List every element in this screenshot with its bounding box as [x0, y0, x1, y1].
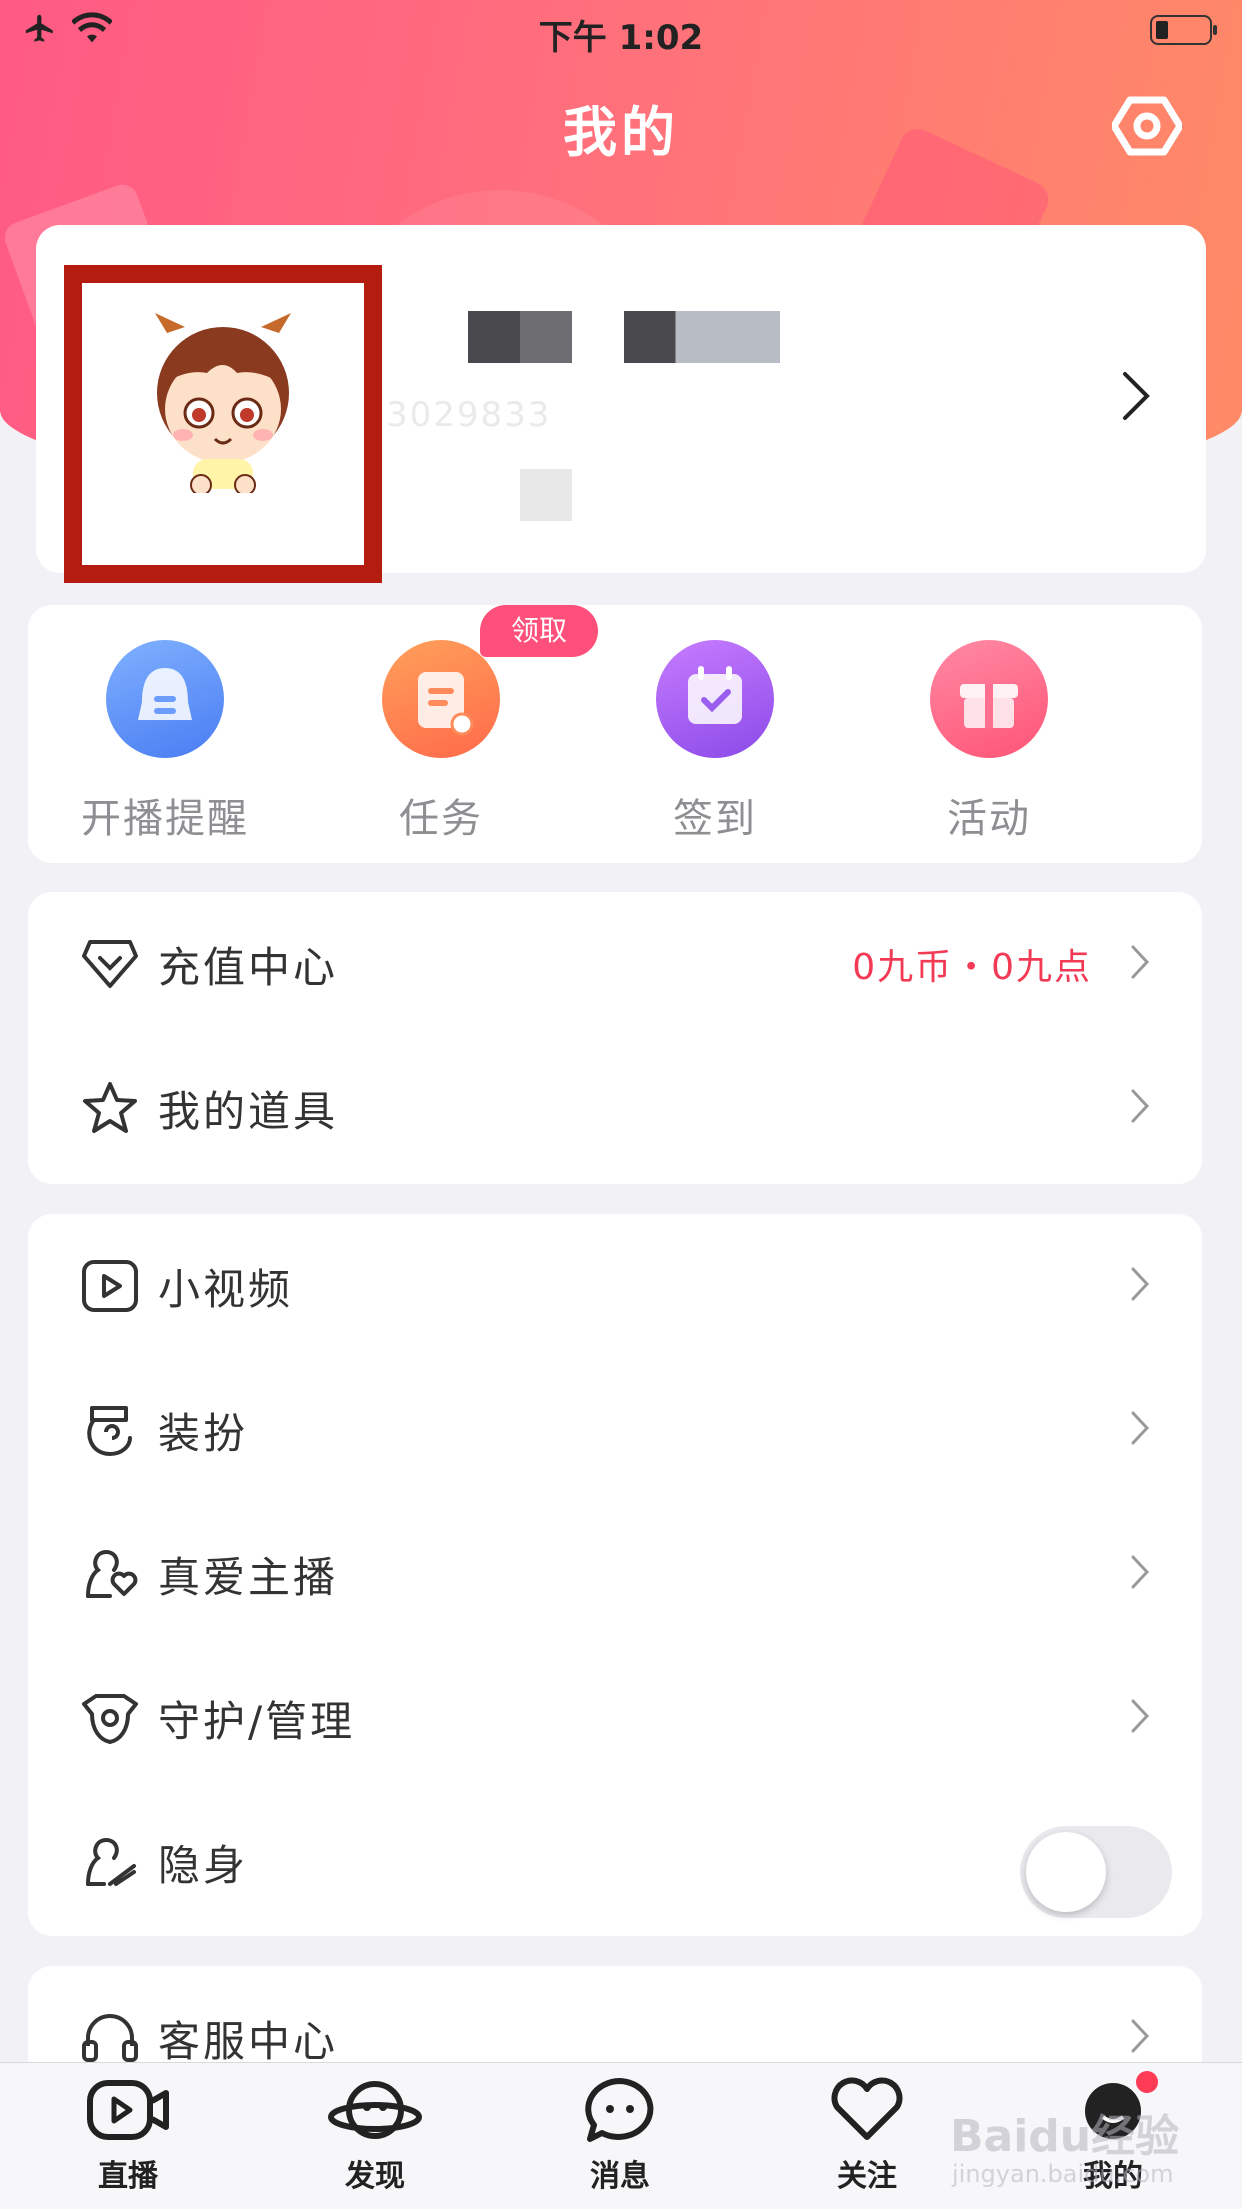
chevron-right-icon	[1131, 945, 1150, 979]
chevron-right-icon	[1131, 1555, 1150, 1589]
live-camera-icon	[87, 2080, 169, 2140]
menu-item-my-props[interactable]: 我的道具	[28, 1036, 1202, 1180]
chevron-right-icon	[1131, 1699, 1150, 1733]
menu-item-invisible: 隐身	[28, 1790, 1202, 1934]
tab-follow[interactable]: 关注	[792, 2077, 942, 2195]
menu-item-true-love-anchor[interactable]: 真爱主播	[28, 1502, 1202, 1646]
task-clipboard-icon	[382, 640, 500, 758]
quick-action-checkin[interactable]: 签到	[580, 640, 850, 842]
menu-item-label: 守护/管理	[158, 1697, 356, 1746]
invisible-toggle[interactable]	[1020, 1826, 1172, 1918]
chevron-right-icon[interactable]	[1121, 370, 1151, 422]
avatar-cartoon-image	[155, 313, 291, 493]
chevron-right-icon	[1131, 2019, 1150, 2053]
menu-item-short-video[interactable]: 小视频	[28, 1214, 1202, 1358]
quick-action-label: 开播提醒	[81, 796, 249, 842]
tab-label: 直播	[98, 2159, 158, 2194]
avatar[interactable]	[64, 265, 382, 583]
quick-action-label: 签到	[673, 796, 757, 842]
menu-item-label: 小视频	[158, 1265, 294, 1314]
shield-guard-icon	[82, 1694, 138, 1744]
tab-messages[interactable]: 消息	[545, 2077, 695, 2195]
watermark-logo: Baidu经验	[950, 2111, 1180, 2162]
tab-label: 发现	[345, 2159, 405, 2194]
bell-icon	[106, 640, 224, 758]
chevron-right-icon	[1131, 1267, 1150, 1301]
menu-item-guard-manage[interactable]: 守护/管理	[28, 1646, 1202, 1790]
nickname-redacted	[468, 311, 572, 363]
settings-icon[interactable]	[1112, 96, 1182, 156]
heart-anchor-icon	[86, 1549, 138, 1598]
menu-item-label: 真爱主播	[158, 1553, 339, 1602]
invisible-icon	[86, 1837, 136, 1886]
quick-action-live-reminder[interactable]: 开播提醒	[30, 640, 300, 842]
menu-item-recharge[interactable]: 充值中心 0九币・0九点	[28, 892, 1202, 1036]
user-id: 3029833	[386, 395, 552, 435]
level-redacted	[520, 469, 572, 521]
menu-item-label: 装扮	[158, 1409, 249, 1458]
message-bubble-icon	[585, 2078, 654, 2142]
chevron-right-icon	[1131, 1089, 1150, 1123]
tab-discover[interactable]: 发现	[300, 2077, 450, 2195]
clock: 下午 1:02	[538, 18, 704, 58]
video-play-icon	[82, 1260, 138, 1312]
page-title: 我的	[563, 101, 679, 164]
calendar-check-icon	[656, 640, 774, 758]
discover-planet-icon	[328, 2081, 422, 2139]
menu-item-label: 隐身	[158, 1841, 249, 1890]
feature-menu-card: 小视频 装扮 真爱主播 守护/管理 隐身	[28, 1214, 1202, 1936]
wallet-menu-card: 充值中心 0九币・0九点 我的道具	[28, 892, 1202, 1184]
quick-action-task[interactable]: 任务	[306, 640, 576, 842]
star-icon	[83, 1082, 137, 1133]
profile-card[interactable]: 3029833	[36, 225, 1206, 583]
watermark-url: jingyan.baidu.com	[952, 2160, 1174, 2188]
chevron-right-icon	[1131, 1411, 1150, 1445]
quick-action-event[interactable]: 活动	[854, 640, 1124, 842]
quick-action-label: 任务	[399, 796, 483, 842]
quick-actions-card: 开播提醒 任务 签到 活动	[28, 605, 1202, 863]
notification-dot	[1136, 2071, 1158, 2093]
diamond-icon	[82, 940, 138, 988]
heart-icon	[831, 2077, 903, 2140]
tab-label: 消息	[590, 2159, 650, 2194]
balance-text: 0九币・0九点	[852, 947, 1092, 988]
battery-icon	[1150, 15, 1217, 45]
menu-item-label: 我的道具	[158, 1087, 339, 1136]
quick-action-label: 活动	[947, 796, 1031, 842]
status-bar: 下午 1:02	[0, 0, 1242, 62]
headset-icon	[82, 2014, 138, 2062]
nickname-redacted	[624, 311, 780, 363]
tab-label: 关注	[837, 2159, 897, 2194]
menu-item-label: 客服中心	[158, 2017, 339, 2066]
menu-item-label: 充值中心	[158, 943, 339, 992]
claim-badge[interactable]: 领取	[480, 605, 598, 657]
menu-item-dressup[interactable]: 装扮	[28, 1358, 1202, 1502]
gift-icon	[930, 640, 1048, 758]
tab-live[interactable]: 直播	[53, 2077, 203, 2195]
toggle-knob	[1026, 1832, 1106, 1912]
dressup-icon	[87, 1406, 132, 1457]
